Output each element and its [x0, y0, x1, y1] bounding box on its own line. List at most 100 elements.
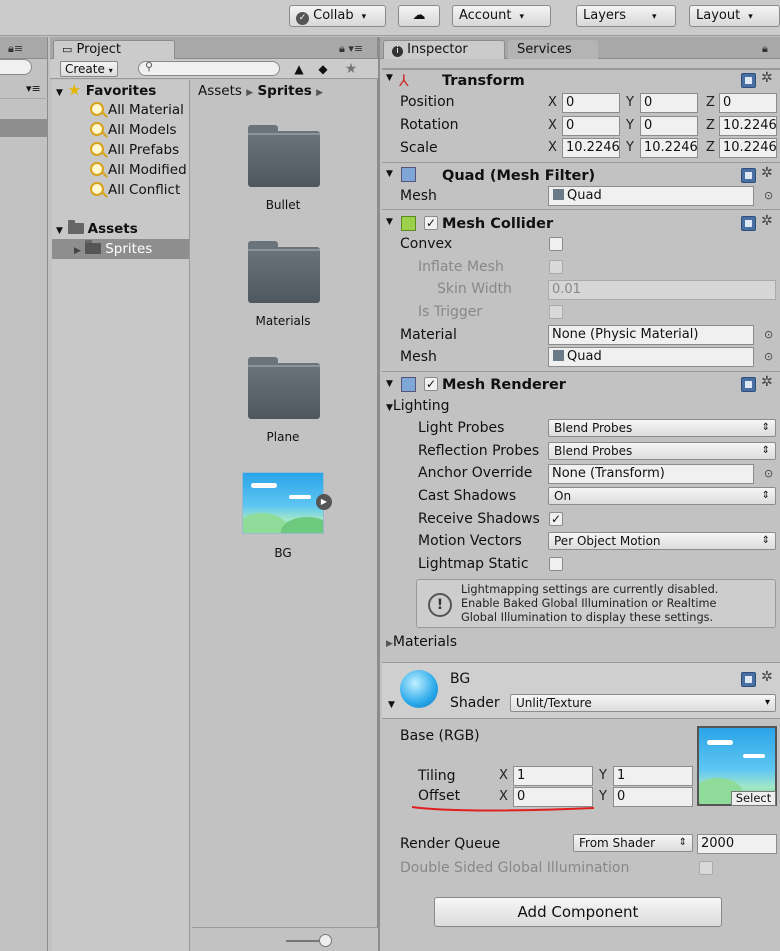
render-queue-field[interactable]: 2000	[697, 834, 777, 854]
play-icon[interactable]: ▶	[316, 494, 332, 510]
reflection-probes-dropdown[interactable]: Blend Probes ⇕	[548, 442, 776, 460]
selected-row[interactable]	[0, 119, 47, 137]
add-component-button[interactable]: Add Component	[434, 897, 722, 927]
enable-checkbox[interactable]: ✓	[424, 216, 438, 230]
gear-icon[interactable]: ✲	[761, 165, 773, 181]
motion-vectors-dropdown[interactable]: Per Object Motion ⇕	[548, 532, 776, 550]
help-icon[interactable]	[741, 672, 756, 687]
create-button[interactable]: Create ▾	[60, 61, 118, 77]
sidebar-item-sprites[interactable]: ▶ Sprites	[52, 239, 189, 259]
filter-type-icon[interactable]: ▲	[288, 59, 310, 79]
expand-arrow-icon[interactable]: ▼	[386, 379, 393, 389]
mesh-field[interactable]: Quad	[548, 186, 754, 206]
rotation-y-field[interactable]: 0	[640, 116, 698, 136]
updown-icon: ⇕	[761, 422, 770, 433]
convex-checkbox[interactable]	[549, 237, 563, 251]
layout-dropdown[interactable]: Layout ▾	[689, 5, 780, 27]
materials-foldout[interactable]: ▶Materials	[386, 632, 457, 654]
help-icon[interactable]	[741, 168, 756, 183]
physic-material-field[interactable]: None (Physic Material)	[548, 325, 754, 345]
lock-icon[interactable]: 🔒︎≡	[8, 42, 23, 56]
favorite-item[interactable]: All Material	[90, 100, 184, 120]
tab-project[interactable]: ▭ Project	[53, 40, 175, 60]
favorite-item[interactable]: All Conflict	[90, 180, 180, 200]
gear-icon[interactable]: ✲	[761, 70, 773, 86]
scale-y-field[interactable]: 10.2246	[640, 138, 698, 158]
position-z-field[interactable]: 0	[719, 93, 777, 113]
render-queue-dropdown[interactable]: From Shader ⇕	[573, 834, 693, 852]
rotation-x-field[interactable]: 0	[562, 116, 620, 136]
axis-label: Y	[599, 768, 607, 783]
tab-services[interactable]: Services	[508, 40, 598, 60]
folder-icon[interactable]	[248, 357, 320, 419]
position-y-field[interactable]: 0	[640, 93, 698, 113]
sky-texture-icon[interactable]	[242, 472, 324, 534]
receive-shadows-checkbox[interactable]: ✓	[549, 512, 563, 526]
tiling-y-field[interactable]: 1	[613, 766, 693, 786]
collider-mesh-field[interactable]: Quad	[548, 347, 754, 367]
lightmap-static-checkbox[interactable]	[549, 557, 563, 571]
skin-width-field[interactable]: 0.01	[548, 280, 776, 300]
position-x-field[interactable]: 0	[562, 93, 620, 113]
inflate-mesh-checkbox[interactable]	[549, 260, 563, 274]
favorites-row[interactable]: ▼ ★ Favorites	[56, 80, 156, 100]
lock-icon[interactable]: 🔒︎	[762, 42, 768, 56]
tiling-x-field[interactable]: 1	[513, 766, 593, 786]
scale-x-field[interactable]: 10.2246	[562, 138, 620, 158]
component-title[interactable]: Quad (Mesh Filter)	[442, 166, 595, 186]
select-texture-button[interactable]: Select	[731, 791, 776, 806]
folder-icon[interactable]	[248, 241, 320, 303]
asset-label[interactable]: Materials	[228, 314, 338, 328]
offset-y-field[interactable]: 0	[613, 787, 693, 807]
lighting-foldout[interactable]: ▼Lighting	[386, 396, 450, 418]
component-title[interactable]: Transform	[442, 71, 525, 91]
hierarchy-search-input[interactable]	[0, 59, 32, 75]
component-title[interactable]: Mesh Collider	[442, 214, 553, 234]
cloud-button[interactable]: ☁	[398, 5, 440, 27]
favorite-item[interactable]: All Modified	[90, 160, 187, 180]
account-button[interactable]: Account ▾	[452, 5, 551, 27]
asset-label[interactable]: BG	[228, 546, 338, 560]
object-picker-icon[interactable]: ⊙	[764, 350, 773, 363]
double-sided-gi-checkbox[interactable]	[699, 861, 713, 875]
help-icon[interactable]	[741, 377, 756, 392]
anchor-override-field[interactable]: None (Transform)	[548, 464, 754, 484]
star-icon[interactable]: ★	[340, 59, 362, 79]
lock-icon[interactable]: 🔒︎ ▾≡	[339, 42, 363, 56]
tag-icon[interactable]: ◆	[312, 59, 334, 79]
expand-arrow-icon[interactable]: ▼	[388, 700, 395, 710]
object-picker-icon[interactable]: ⊙	[764, 467, 773, 480]
is-trigger-checkbox[interactable]	[549, 305, 563, 319]
expand-arrow-icon[interactable]: ▼	[386, 169, 393, 179]
tab-inspector[interactable]: i Inspector	[383, 40, 505, 60]
cast-shadows-dropdown[interactable]: On ⇕	[548, 487, 776, 505]
project-search-input[interactable]: ⚲	[138, 60, 280, 76]
gear-icon[interactable]: ✲	[761, 374, 773, 390]
breadcrumb-sprites[interactable]: Sprites	[257, 83, 311, 99]
component-title[interactable]: Mesh Renderer	[442, 375, 566, 395]
zoom-slider-handle[interactable]	[319, 934, 332, 947]
shader-dropdown[interactable]: Unlit/Texture ▾	[510, 694, 776, 712]
enable-checkbox[interactable]: ✓	[424, 377, 438, 391]
menu-icon[interactable]: ▾≡	[26, 82, 41, 95]
favorite-item[interactable]: All Prefabs	[90, 140, 179, 160]
rotation-z-field[interactable]: 10.2246	[719, 116, 777, 136]
scale-z-field[interactable]: 10.2246	[719, 138, 777, 158]
asset-label[interactable]: Plane	[228, 430, 338, 444]
object-picker-icon[interactable]: ⊙	[764, 189, 773, 202]
expand-arrow-icon[interactable]: ▼	[386, 217, 393, 227]
folder-icon[interactable]	[248, 125, 320, 187]
asset-label[interactable]: Bullet	[228, 198, 338, 212]
favorite-item[interactable]: All Models	[90, 120, 177, 140]
breadcrumb-assets[interactable]: Assets	[198, 83, 242, 99]
help-icon[interactable]	[741, 73, 756, 88]
gear-icon[interactable]: ✲	[761, 213, 773, 229]
expand-arrow-icon[interactable]: ▼	[386, 73, 393, 83]
help-icon[interactable]	[741, 216, 756, 231]
collab-button[interactable]: ✓ Collab ▾	[289, 5, 386, 27]
layers-dropdown[interactable]: Layers ▾	[576, 5, 676, 27]
gear-icon[interactable]: ✲	[761, 669, 773, 685]
object-picker-icon[interactable]: ⊙	[764, 328, 773, 341]
assets-row[interactable]: ▼ Assets	[56, 219, 138, 239]
light-probes-dropdown[interactable]: Blend Probes ⇕	[548, 419, 776, 437]
